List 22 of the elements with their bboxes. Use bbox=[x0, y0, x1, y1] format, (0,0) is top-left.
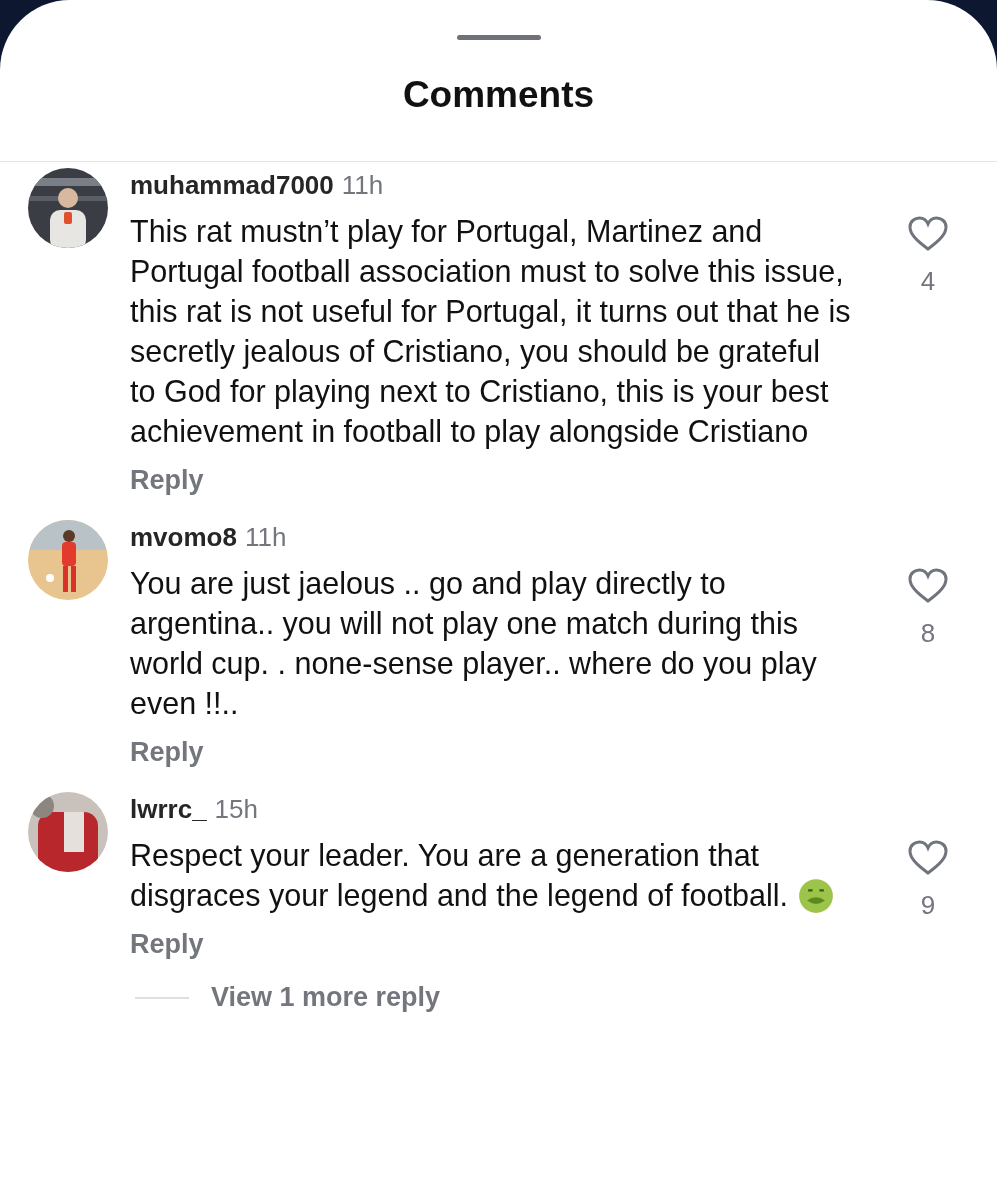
username[interactable]: muhammad7000 bbox=[130, 170, 334, 201]
comment-time: 11h bbox=[341, 170, 384, 201]
reply-button[interactable]: Reply bbox=[130, 737, 204, 768]
like-count: 4 bbox=[920, 266, 936, 297]
sick-emoji-icon bbox=[797, 878, 834, 914]
sheet-title: Comments bbox=[401, 74, 596, 116]
reply-button[interactable]: Reply bbox=[130, 465, 204, 496]
like-count: 9 bbox=[920, 890, 936, 921]
heart-icon[interactable] bbox=[908, 216, 948, 252]
username[interactable]: lwrrc_ bbox=[130, 794, 207, 825]
username[interactable]: mvomo8 bbox=[130, 522, 237, 553]
like-count: 8 bbox=[920, 618, 936, 649]
drag-handle[interactable] bbox=[456, 35, 541, 40]
comment-time: 15h bbox=[214, 794, 258, 825]
comment-text: You are just jaelous .. go and play directly to argentina.. you will not play one match during this world cup. . none-sense player.. where do you play even !!.. bbox=[130, 566, 817, 720]
reply-button[interactable]: Reply bbox=[130, 929, 204, 960]
heart-icon[interactable] bbox=[908, 840, 948, 876]
comment-time: 11h bbox=[244, 522, 287, 553]
comment-text: This rat mustn’t play for Portugal, Martinez and Portugal football association must to solve this issue, this rat is not useful for Portugal, it turns out that he is secretly jealous of Cristiano, you should be grateful to God for playing next to Cristiano, this is your best achievement in football to play alongside Cristiano bbox=[130, 214, 851, 448]
view-replies-button[interactable]: View 1 more reply bbox=[135, 982, 441, 1013]
heart-icon[interactable] bbox=[908, 568, 948, 604]
comment-text: Respect your leader. You are a generation that disgraces your legend and the legend of football. bbox=[130, 838, 788, 912]
